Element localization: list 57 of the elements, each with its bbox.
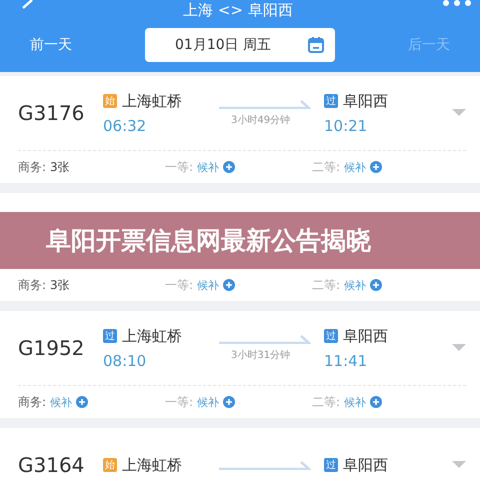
seat-count: 3张	[50, 158, 70, 176]
arrival-time: 11:41	[324, 352, 368, 370]
station-badge: 过	[324, 94, 338, 108]
seat-class-label: 商务:	[18, 276, 46, 294]
add-icon[interactable]	[370, 279, 382, 291]
seat-class-label: 二等:	[312, 394, 340, 410]
train-card[interactable]: G3164 始 上海虹桥 过 阜阳西	[0, 428, 480, 480]
add-icon[interactable]	[223, 396, 236, 408]
duration-text: 3小时49分钟	[231, 114, 290, 127]
previous-day-button[interactable]: 前一天	[22, 36, 80, 54]
more-icon[interactable]	[442, 0, 472, 8]
waitlist-link[interactable]: 候补	[197, 394, 220, 410]
station-badge: 过	[324, 329, 338, 343]
station-badge: 始	[103, 458, 117, 472]
add-icon[interactable]	[223, 161, 236, 173]
headline-text: 阜阳开票信息网最新公告揭晓	[46, 225, 371, 257]
station-badge: 过	[324, 458, 338, 472]
station-name: 阜阳西	[343, 92, 388, 110]
seat-class-label: 商务:	[18, 394, 46, 410]
departure-time: 06:32	[103, 116, 148, 134]
waitlist-link[interactable]: 候补	[197, 160, 220, 174]
add-icon[interactable]	[370, 396, 382, 408]
train-card[interactable]: G1952 过 上海虹桥 08:10 3小时31分钟 过 阜阳西 11:41 商务: 候补 一等: 候补 二等: 候补	[0, 311, 480, 418]
waitlist-link[interactable]: 候补	[50, 394, 72, 410]
waitlist-link[interactable]: 候补	[344, 394, 366, 410]
station-name: 上海虹桥	[122, 326, 182, 346]
waitlist-link[interactable]: 候补	[344, 278, 366, 292]
seat-class-label: 商务:	[18, 158, 46, 176]
arrival-time: 10:21	[324, 116, 368, 134]
station-name: 上海虹桥	[122, 456, 182, 474]
station-name: 阜阳西	[343, 456, 388, 474]
seat-class-label: 一等:	[165, 158, 194, 176]
add-icon[interactable]	[370, 161, 382, 173]
duration-text: 3小时31分钟	[231, 348, 290, 362]
date-picker[interactable]: 01月10日 周五	[145, 28, 335, 62]
seat-class-label: 一等:	[165, 394, 194, 410]
route-title: 上海 <> 阜阳西	[183, 0, 293, 20]
station-badge: 始	[103, 94, 117, 108]
date-text: 01月10日 周五	[175, 36, 272, 54]
train-number: G1952	[18, 336, 86, 360]
train-number: G3176	[18, 101, 86, 125]
train-card[interactable]: G3176 始 上海虹桥 06:32 3小时49分钟 过 阜阳西 10:21 商务: 3张 一等: 候补 二等: 候补	[0, 76, 480, 183]
seat-count: 3张	[50, 276, 70, 294]
seat-class-label: 一等:	[165, 276, 194, 294]
station-name: 上海虹桥	[122, 92, 182, 110]
waitlist-link[interactable]: 候补	[344, 160, 366, 174]
train-number: G3164	[18, 453, 86, 477]
calendar-icon	[307, 36, 325, 54]
waitlist-link[interactable]: 候补	[197, 278, 220, 292]
seat-class-label: 二等:	[312, 276, 340, 294]
add-icon[interactable]	[76, 396, 88, 408]
station-badge: 过	[103, 329, 117, 343]
back-icon[interactable]	[20, 0, 34, 12]
add-icon[interactable]	[223, 279, 236, 291]
station-name: 阜阳西	[343, 326, 388, 346]
departure-time: 08:10	[103, 352, 148, 370]
seat-class-label: 二等:	[312, 158, 340, 176]
